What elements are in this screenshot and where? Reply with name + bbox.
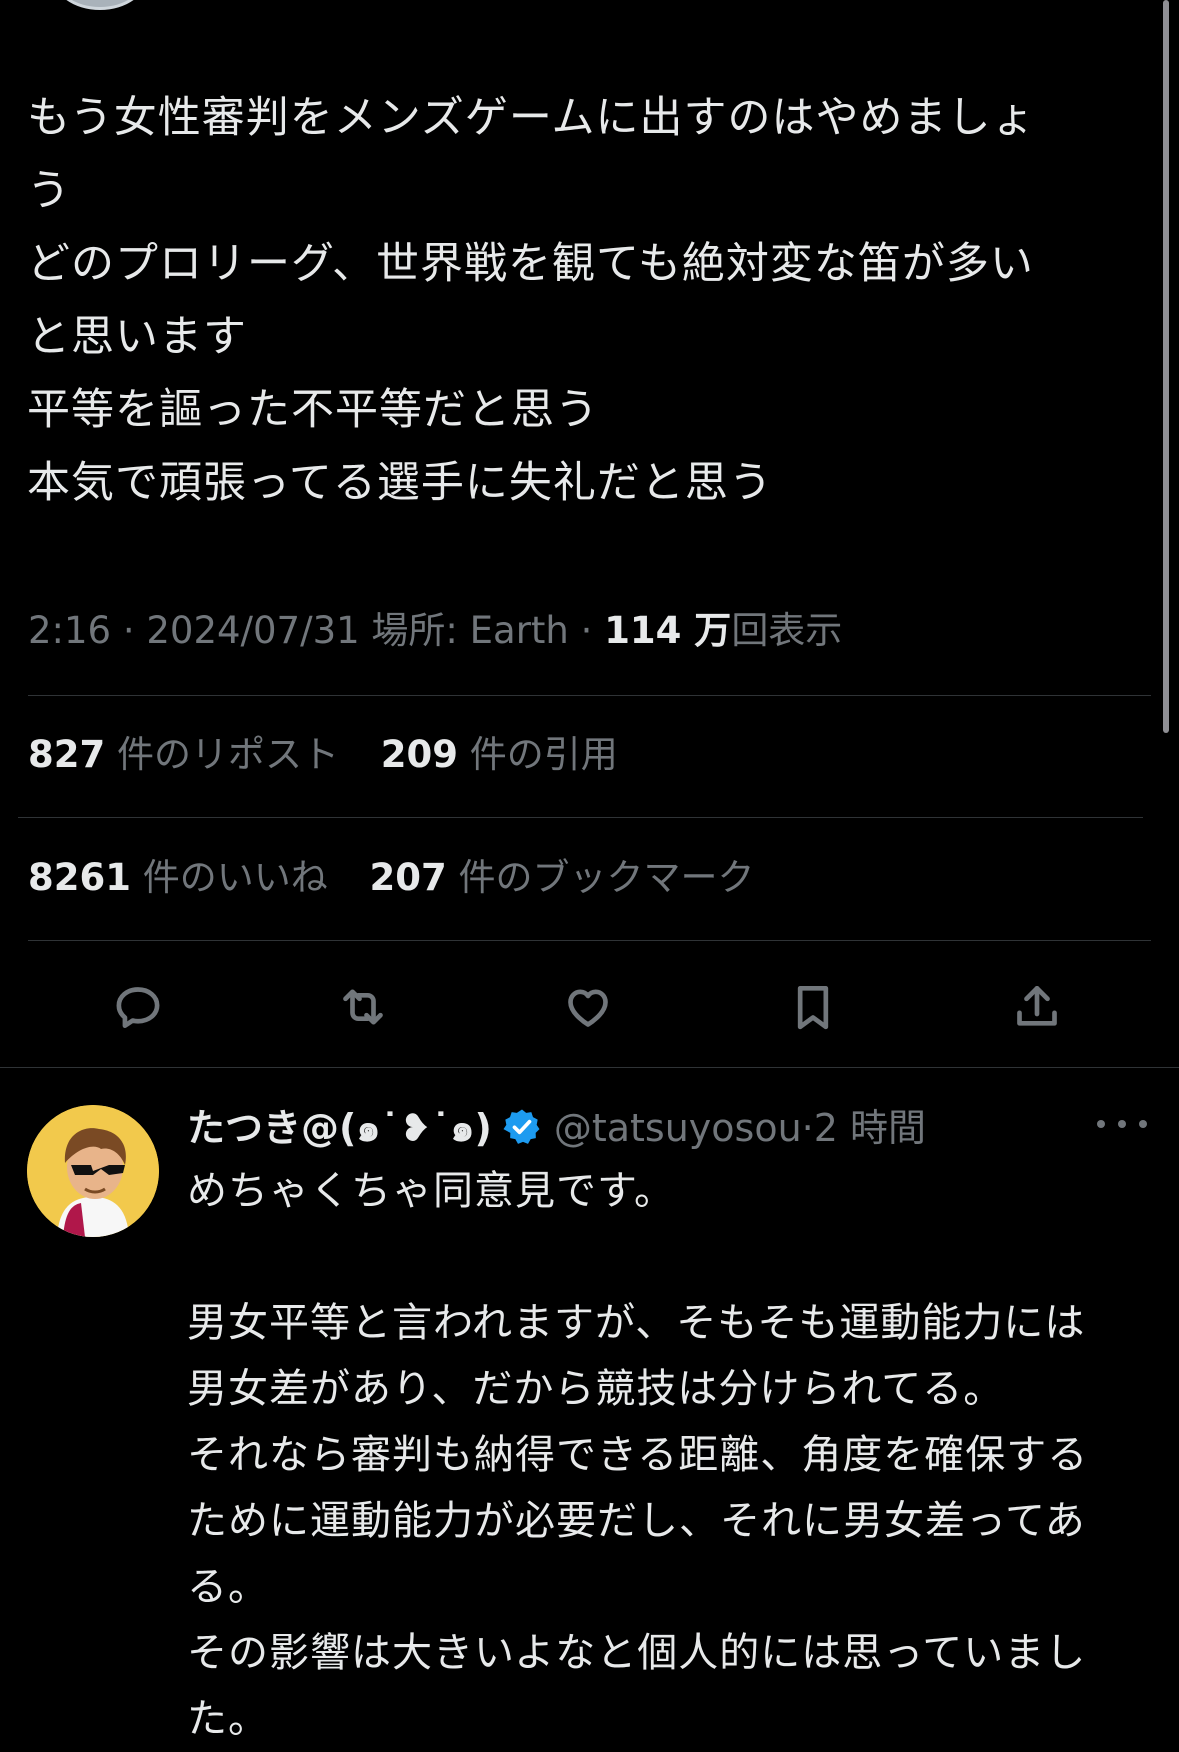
reposts-label: 件のリポスト [117,733,339,776]
reply-line: た。 [187,1696,269,1742]
tweet-date[interactable]: 2024/07/31 [146,609,359,652]
divider [0,1067,1179,1068]
divider [28,695,1151,696]
share-icon[interactable] [1002,972,1072,1042]
more-options-icon[interactable] [1097,1104,1147,1144]
reply-separator: · [801,1106,814,1150]
reply-text: めちゃくちゃ同意見です。 男女平等と言われますが、そもそも運動能力には 男女差が… [187,1158,1157,1752]
reply-icon[interactable] [103,972,173,1042]
tweet-line: う [27,166,71,216]
bookmarks-label: 件のブックマーク [458,856,755,899]
tweet-line: 本気で頑張ってる選手に失礼だと思う [27,458,773,508]
scrollbar[interactable] [1163,0,1169,733]
location-label: 場所: [371,609,458,652]
reply-line [187,1224,1157,1290]
quotes-label: 件の引用 [469,733,618,776]
like-bookmark-stats: 8261 件のいいね 207 件のブックマーク [28,853,785,903]
reply-author-name[interactable]: たつき@(๑˙❥˙๑) [187,1106,492,1150]
action-bar [0,972,1179,1042]
like-icon[interactable] [553,972,623,1042]
quotes-stat[interactable]: 209 件の引用 [381,733,648,776]
tweet-line: どのプロリーグ、世界戦を観ても絶対変な笛が多い [27,239,1034,289]
views-count: 114 万 [604,609,732,652]
tweet-line: もう女性審判をメンズゲームに出すのはやめましょ [27,93,1036,143]
reposts-count: 827 [28,733,106,776]
reply-header: たつき@(๑˙❥˙๑) @tatsuyosou·2 時間 [187,1098,926,1158]
divider [18,817,1143,818]
bookmarks-stat[interactable]: 207 件のブックマーク [370,856,785,899]
tweet-text: もう女性審判をメンズゲームに出すのはやめましょ う どのプロリーグ、世界戦を観て… [27,82,1149,520]
reply-line: めちゃくちゃ同意見です。 [187,1168,675,1214]
bookmarks-count: 207 [369,856,447,899]
divider [28,940,1151,941]
reply-line: ために運動能力が必要だし、それに男女差ってあ [187,1498,1086,1544]
reposts-stat[interactable]: 827 件のリポスト [28,733,369,776]
repost-quote-stats: 827 件のリポスト 209 件の引用 [28,730,648,780]
tweet-location: Earth [469,609,569,652]
likes-count: 8261 [28,856,131,899]
views-label: 回表示 [731,609,843,652]
quotes-count: 209 [380,733,458,776]
reply-time[interactable]: 2 時間 [814,1106,926,1150]
verified-badge-icon [503,1109,540,1144]
meta-separator: · [580,609,593,652]
dot [1097,1120,1105,1128]
retweet-icon[interactable] [328,972,398,1042]
reply-handle[interactable]: @tatsuyosou [554,1106,802,1150]
reply-line: 男女平等と言われますが、そもそも運動能力には [187,1300,1086,1346]
dot [1139,1120,1147,1128]
tweet-meta: 2:16 · 2024/07/31 場所: Earth · 114 万回表示 [28,606,842,656]
tweet-line: と思います [27,312,247,362]
reply-line: る。 [187,1564,269,1610]
likes-stat[interactable]: 8261 件のいいね [28,856,358,899]
author-avatar[interactable] [52,0,148,10]
likes-label: 件のいいね [142,856,328,899]
reply-line: その影響は大きいよなと個人的には思っていまし [187,1630,1087,1676]
tweet-line: 平等を謳った不平等だと思う [27,385,599,435]
avatar-illustration [27,1105,159,1237]
reply-line: 男女差があり、だから競技は分けられてる。 [187,1366,1005,1412]
bookmark-icon[interactable] [778,972,848,1042]
meta-separator: · [122,609,135,652]
dot [1118,1120,1126,1128]
reply-line: それなら審判も納得できる距離、角度を確保する [187,1432,1089,1478]
tweet-time[interactable]: 2:16 [28,609,111,652]
reply-avatar[interactable] [27,1105,159,1237]
